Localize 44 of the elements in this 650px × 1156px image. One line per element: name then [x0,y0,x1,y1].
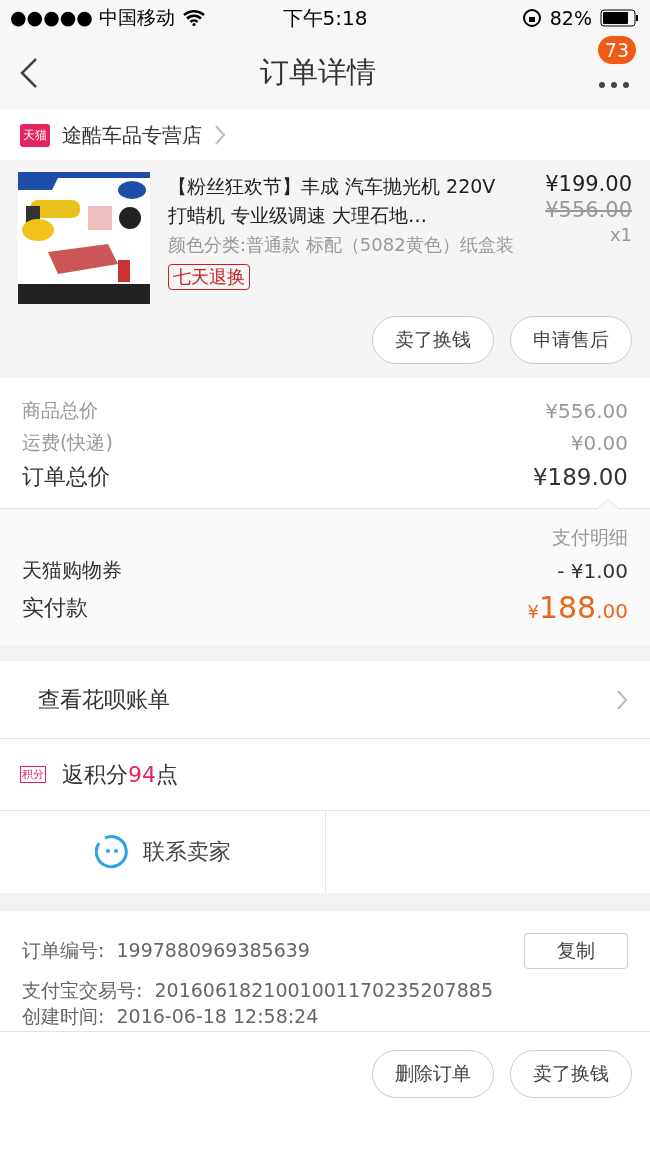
chevron-right-icon [616,688,628,711]
rotation-lock-icon [521,8,542,28]
chevron-right-icon [214,124,226,146]
wifi-icon [182,10,205,26]
product-spec: 颜色分类:普通款 标配（5082黄色）纸盒装 [168,233,514,257]
paid-label: 实付款 [22,593,88,622]
points-badge: 积分 [20,766,46,783]
action-button[interactable]: 申请售后 [510,316,632,364]
points-reward: 返积分94点 [62,760,178,789]
clock-time: 下午5:18 [282,4,368,32]
order-number: 订单编号: 1997880969385639 [22,938,310,963]
copy-button[interactable]: 复制 [524,933,628,969]
total-label: 商品总价 [22,398,98,423]
total-label: 运费(快递) [22,430,113,455]
more-icon[interactable] [598,81,630,89]
product-title[interactable]: 【粉丝狂欢节】丰成 汽车抛光机 220V打蜡机 专业级调速 大理石地… [168,172,514,230]
total-value: ¥189.00 [532,464,628,490]
quantity: x1 [609,224,632,245]
battery-percent: 82% [549,7,592,29]
action-button[interactable]: 删除订单 [372,1050,494,1098]
coupon-label: 天猫购物券 [22,557,122,584]
order-detail: 支付宝交易号: 2016061821001001170235207885 [22,978,494,1003]
notification-badge: 73 [597,36,636,64]
total-value: ¥556.00 [545,399,628,423]
back-icon[interactable] [20,57,38,89]
product-price: ¥199.00 [545,172,632,196]
action-button[interactable]: 卖了换钱 [510,1050,632,1098]
paid-amount: ¥188.00 [527,590,628,625]
carrier-label: ●●●●● 中国移动 [10,5,175,30]
huabei-bill-link[interactable]: 查看花呗账单 [38,684,170,715]
total-value: ¥0.00 [570,431,628,455]
tmall-badge: 天猫 [20,123,50,147]
page-title: 订单详情 [260,54,376,91]
action-button[interactable]: 卖了换钱 [372,316,494,364]
smiley-chat-icon [94,835,129,869]
total-label: 订单总价 [22,463,110,491]
return-policy-tag: 七天退换 [168,264,250,290]
coupon-value: - ¥1.00 [557,558,628,583]
order-detail: 创建时间: 2016-06-18 12:58:24 [22,1004,320,1029]
original-price: ¥556.00 [545,198,632,222]
contact-seller-button[interactable]: 联系卖家 [142,837,231,867]
payment-detail-heading: 支付明细 [552,525,628,550]
store-name[interactable]: 途酷车品专营店 [62,121,202,149]
battery-icon [600,9,640,27]
